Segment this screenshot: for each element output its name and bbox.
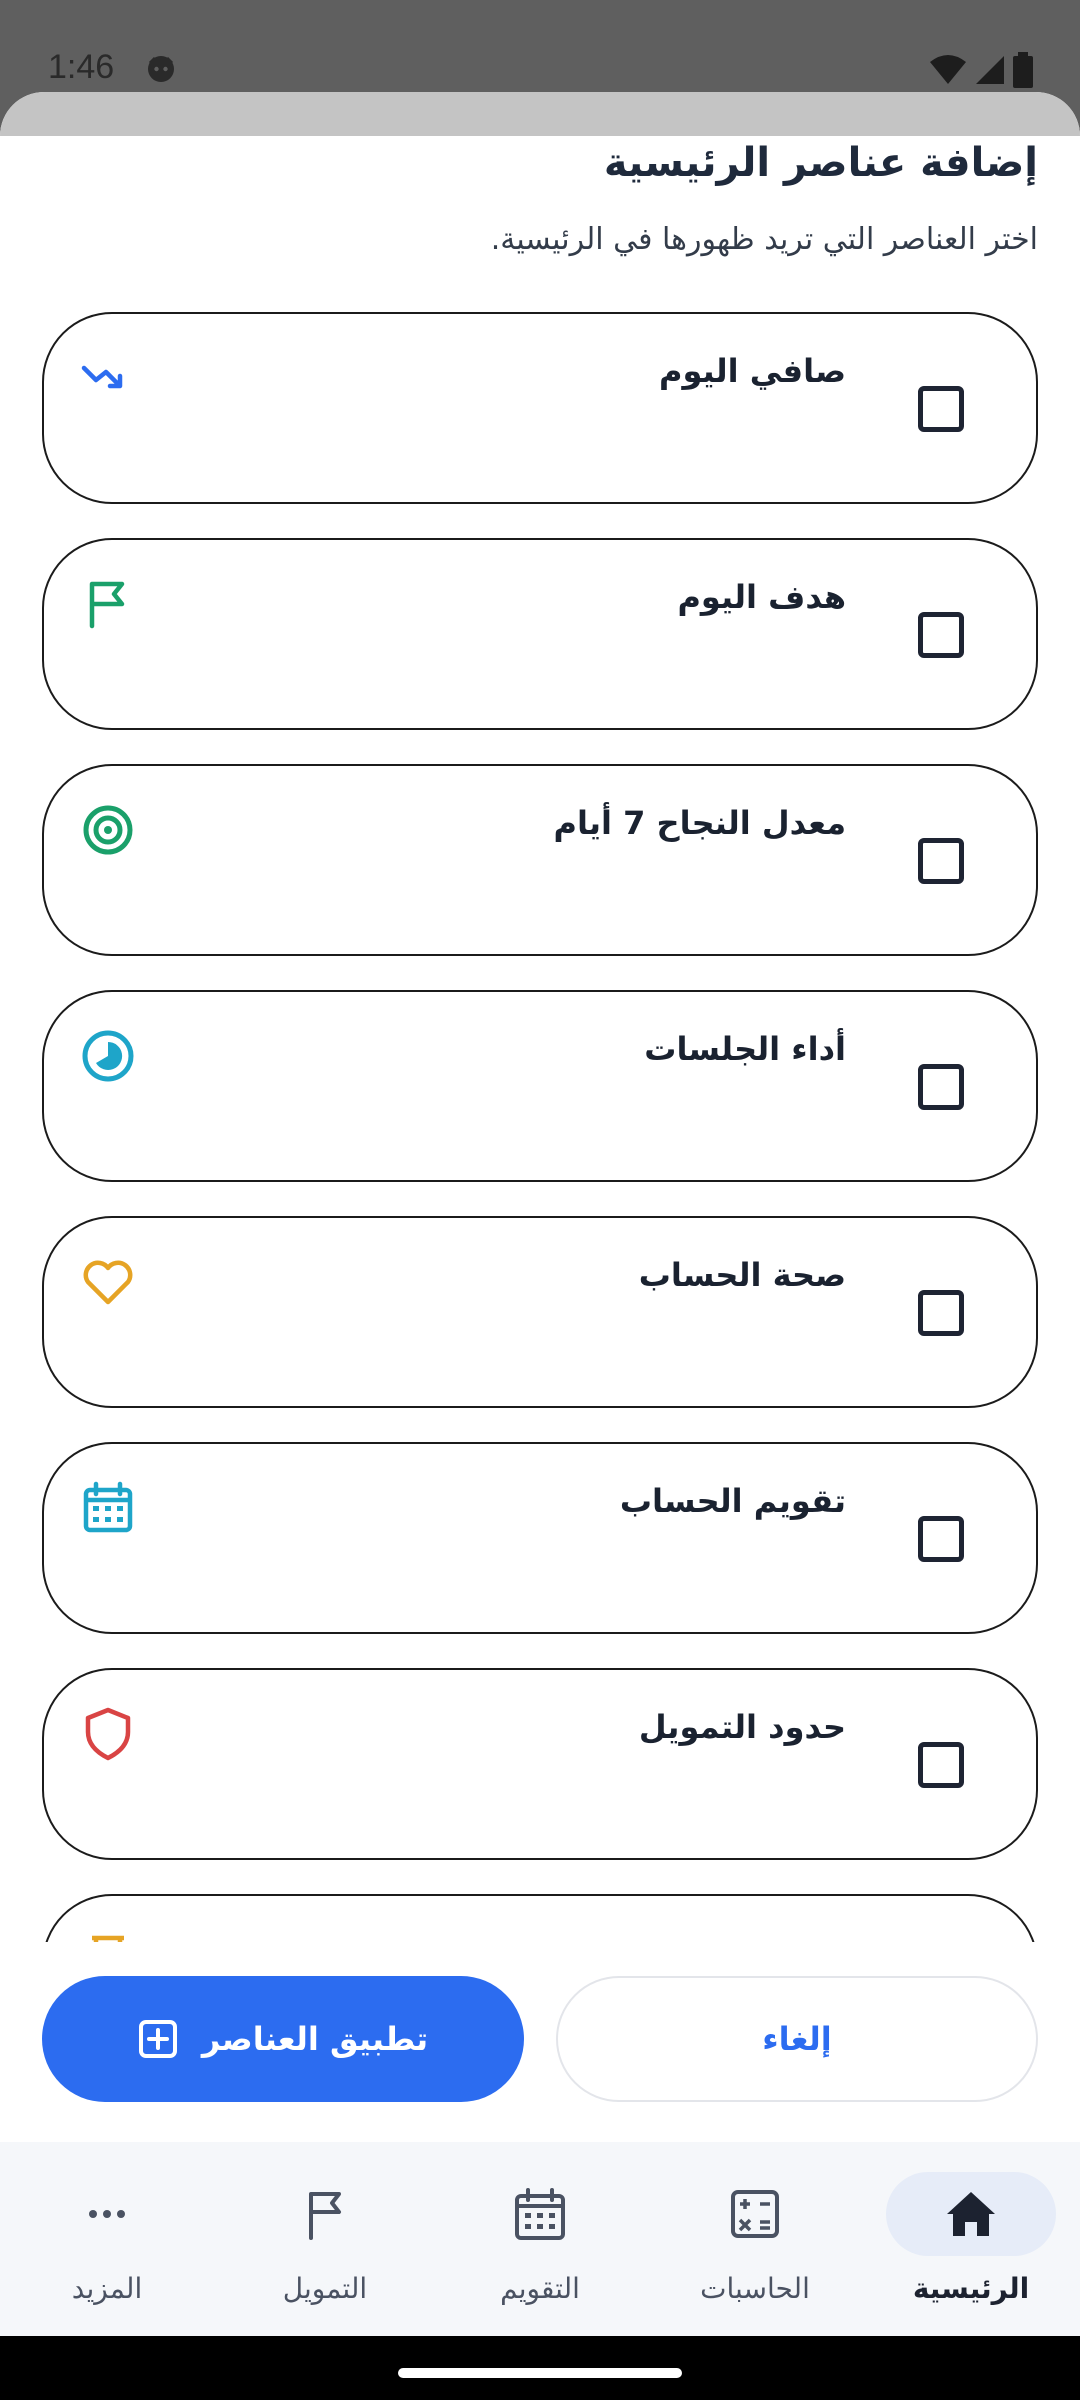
item-label: صافي اليوم bbox=[659, 352, 846, 390]
shield-icon bbox=[85, 1707, 131, 1761]
item-label: معدل النجاح 7 أيام bbox=[553, 804, 846, 842]
status-bar: 1:46 bbox=[0, 0, 1080, 92]
status-time: 1:46 bbox=[48, 48, 115, 86]
item-card-today-net[interactable]: صافي اليوم bbox=[42, 312, 1038, 504]
nav-label: الحاسبات bbox=[700, 2272, 810, 2305]
nav-item-home[interactable]: الرئيسية bbox=[886, 2172, 1056, 2322]
nav-label: التمويل bbox=[282, 2272, 368, 2305]
sheet-subtitle: اختر العناصر التي تريد ظهورها في الرئيسي… bbox=[490, 222, 1038, 257]
item-label: هدف اليوم bbox=[677, 578, 846, 616]
add-home-items-sheet: إضافة عناصر الرئيسية اختر العناصر التي ت… bbox=[0, 92, 1080, 2142]
flag-icon bbox=[309, 2192, 341, 2240]
home-icon bbox=[947, 2192, 995, 2236]
nav-item-calendar[interactable]: التقويم bbox=[455, 2172, 625, 2322]
screen: 1:46 إضافة عناصر الرئيسية اختر العناصر ا… bbox=[0, 0, 1080, 2400]
item-label: تقويم الحساب bbox=[619, 1482, 846, 1520]
apply-items-label: تطبيق العناصر bbox=[201, 2020, 429, 2058]
item-card-today-goal[interactable]: هدف اليوم bbox=[42, 538, 1038, 730]
wifi-icon bbox=[930, 55, 966, 84]
cancel-label: إلغاء bbox=[762, 2020, 832, 2058]
pie-clock-icon bbox=[82, 1030, 134, 1082]
status-icons bbox=[928, 52, 1034, 88]
gesture-handle[interactable] bbox=[398, 2368, 682, 2378]
item-checkbox[interactable] bbox=[918, 1290, 964, 1336]
notification-face-icon bbox=[148, 56, 174, 82]
nav-label: المزيد bbox=[71, 2272, 143, 2305]
nav-item-calculators[interactable]: الحاسبات bbox=[670, 2172, 840, 2322]
item-label: أداء الجلسات bbox=[644, 1030, 846, 1068]
item-checkbox[interactable] bbox=[918, 1064, 964, 1110]
item-card-funding-limits[interactable]: حدود التمويل bbox=[42, 1668, 1038, 1860]
calendar-icon bbox=[83, 1481, 133, 1533]
nav-label: الرئيسية bbox=[912, 2272, 1030, 2305]
target-icon bbox=[83, 805, 133, 855]
hourglass-icon bbox=[92, 1935, 124, 1942]
item-label: حدود التمويل bbox=[638, 1708, 846, 1746]
item-checkbox[interactable] bbox=[918, 838, 964, 884]
item-checkbox[interactable] bbox=[918, 1742, 964, 1788]
battery-icon bbox=[1013, 52, 1033, 88]
cancel-button[interactable]: إلغاء bbox=[556, 1976, 1038, 2102]
calendar-icon bbox=[515, 2188, 565, 2240]
signal-icon bbox=[976, 56, 1004, 84]
sheet-title: إضافة عناصر الرئيسية bbox=[603, 140, 1038, 186]
item-checkbox[interactable] bbox=[918, 386, 964, 432]
item-label: صحة الحساب bbox=[638, 1256, 846, 1294]
heart-icon bbox=[83, 1260, 133, 1305]
items-list[interactable]: صافي اليوم هدف اليوم معدل النجاح 7 أيام bbox=[0, 312, 1080, 1942]
bottom-navigation: المزيد التمويل التقويم الحاسبات الرئيسية bbox=[0, 2142, 1080, 2336]
item-checkbox[interactable] bbox=[918, 1516, 964, 1562]
calculator-icon bbox=[731, 2190, 779, 2238]
item-card-account-calendar[interactable]: تقويم الحساب bbox=[42, 1442, 1038, 1634]
nav-item-more[interactable]: المزيد bbox=[22, 2172, 192, 2322]
trend-down-icon bbox=[81, 365, 123, 389]
item-card-sessions-performance[interactable]: أداء الجلسات bbox=[42, 990, 1038, 1182]
nav-item-funding[interactable]: التمويل bbox=[240, 2172, 410, 2322]
plus-square-icon bbox=[138, 2020, 177, 2058]
sheet-handle[interactable] bbox=[0, 92, 1080, 136]
nav-label: التقويم bbox=[500, 2272, 580, 2305]
item-card-success-rate[interactable]: معدل النجاح 7 أيام bbox=[42, 764, 1038, 956]
apply-items-button[interactable]: تطبيق العناصر bbox=[42, 1976, 524, 2102]
item-checkbox[interactable] bbox=[918, 612, 964, 658]
item-card-account-health[interactable]: صحة الحساب bbox=[42, 1216, 1038, 1408]
item-card-partial[interactable] bbox=[42, 1894, 1038, 1942]
flag-icon bbox=[89, 581, 125, 629]
more-icon bbox=[89, 2210, 125, 2218]
